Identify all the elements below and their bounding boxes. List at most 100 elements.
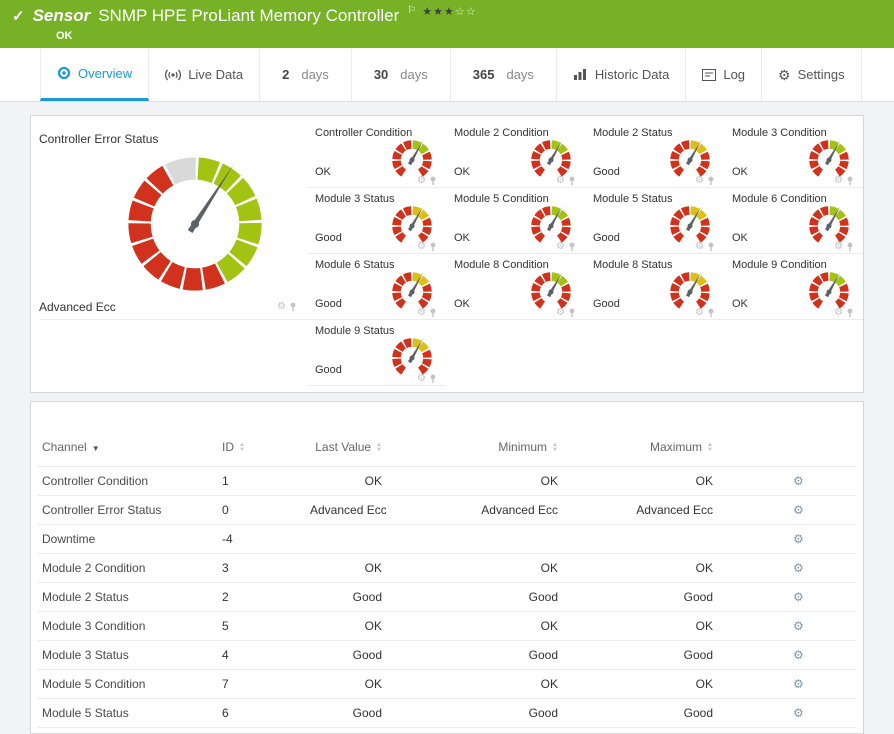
gauge-value: OK xyxy=(732,298,748,310)
gear-icon[interactable]: ⚙ xyxy=(695,308,704,318)
tab-label: days xyxy=(506,67,534,82)
channel-settings-icon[interactable]: ⚙ xyxy=(793,532,804,546)
channel-name: Module 6 Condition xyxy=(38,727,218,733)
star-filled-icon: ★ xyxy=(444,5,455,18)
channel-settings-icon[interactable]: ⚙ xyxy=(793,619,804,633)
flag-icon[interactable]: ⚐ xyxy=(407,5,416,16)
tab-label: Historic Data xyxy=(594,67,670,82)
gear-icon[interactable]: ⚙ xyxy=(277,302,286,312)
channel-settings-icon[interactable]: ⚙ xyxy=(793,503,804,517)
pin-icon[interactable] xyxy=(429,176,437,186)
gauge-value: Good xyxy=(315,232,342,244)
tab-historic-data[interactable]: Historic Data xyxy=(557,48,687,101)
log-icon xyxy=(702,68,717,81)
pin-icon[interactable] xyxy=(289,302,297,312)
channel-settings-icon[interactable]: ⚙ xyxy=(793,706,804,720)
gear-icon[interactable]: ⚙ xyxy=(695,176,704,186)
column-header-id[interactable]: ID xyxy=(218,434,306,467)
channel-gauge-cell: Controller Condition OK ⚙ xyxy=(307,122,446,188)
maximum-value: OK xyxy=(562,466,717,496)
gauge-action-icons: ⚙ xyxy=(417,374,437,384)
gear-icon[interactable]: ⚙ xyxy=(417,374,426,384)
pin-icon[interactable] xyxy=(429,374,437,384)
gear-icon[interactable]: ⚙ xyxy=(695,242,704,252)
pin-icon[interactable] xyxy=(707,176,715,186)
pin-icon[interactable] xyxy=(846,308,854,318)
channel-settings-icon[interactable]: ⚙ xyxy=(793,474,804,488)
pin-icon[interactable] xyxy=(707,242,715,252)
tab-overview[interactable]: Overview xyxy=(40,48,150,101)
maximum-value: OK xyxy=(562,611,717,641)
pin-icon[interactable] xyxy=(707,308,715,318)
table-row: Module 6 Condition 9 OK OK OK ⚙ xyxy=(38,727,856,733)
gear-icon[interactable]: ⚙ xyxy=(834,176,843,186)
pin-icon[interactable] xyxy=(429,308,437,318)
column-header-last-value[interactable]: Last Value xyxy=(306,434,386,467)
channel-settings-icon[interactable]: ⚙ xyxy=(793,561,804,575)
gauge-action-icons: ⚙ xyxy=(695,176,715,186)
pin-icon[interactable] xyxy=(846,176,854,186)
overview-icon xyxy=(57,66,71,80)
sensor-type-label: Sensor xyxy=(32,6,91,25)
star-rating[interactable]: ★ ★ ★ ☆ ☆ xyxy=(422,5,476,18)
pin-icon[interactable] xyxy=(568,242,576,252)
star-empty-icon: ☆ xyxy=(454,5,466,18)
pin-icon[interactable] xyxy=(429,242,437,252)
pin-icon[interactable] xyxy=(568,176,576,186)
gauge-action-icons: ⚙ xyxy=(695,242,715,252)
tab-live-data[interactable]: Live Data xyxy=(149,48,261,101)
channel-settings-icon[interactable]: ⚙ xyxy=(793,648,804,662)
content-area: Controller Error Status Advanced Ecc ⚙ C… xyxy=(0,102,894,734)
gear-icon[interactable]: ⚙ xyxy=(417,308,426,318)
gear-icon[interactable]: ⚙ xyxy=(556,242,565,252)
table-row: Controller Condition 1 OK OK OK ⚙ xyxy=(38,466,856,496)
tab-number: 365 xyxy=(472,67,495,82)
tab-30-days[interactable]: 30 days xyxy=(352,48,451,101)
gauge-value: OK xyxy=(454,298,470,310)
tab-settings[interactable]: ⚙ Settings xyxy=(762,48,862,101)
channel-gauge-cell: Module 6 Status Good ⚙ xyxy=(307,254,446,320)
maximum-value: OK xyxy=(562,669,717,699)
last-value: Good xyxy=(306,582,386,612)
gauge-value: OK xyxy=(732,232,748,244)
gear-icon[interactable]: ⚙ xyxy=(417,242,426,252)
primary-channel-gauge-block: Controller Error Status Advanced Ecc ⚙ xyxy=(39,122,307,320)
gear-icon[interactable]: ⚙ xyxy=(556,176,565,186)
gear-icon[interactable]: ⚙ xyxy=(417,176,426,186)
channel-gauge-cell: Module 2 Condition OK ⚙ xyxy=(446,122,585,188)
gauge-value: Good xyxy=(315,364,342,376)
tab-log[interactable]: Log xyxy=(686,48,763,101)
pin-icon[interactable] xyxy=(846,242,854,252)
tab-2-days[interactable]: 2 days xyxy=(260,48,352,101)
primary-gauge-value-line: Advanced Ecc ⚙ xyxy=(39,300,297,314)
column-header-maximum[interactable]: Maximum xyxy=(562,434,717,467)
tab-label: Live Data xyxy=(188,67,244,82)
historic-data-icon xyxy=(573,69,586,80)
overview-panel: Controller Error Status Advanced Ecc ⚙ C… xyxy=(30,115,864,393)
channel-name: Module 2 Condition xyxy=(38,553,218,583)
gear-icon[interactable]: ⚙ xyxy=(556,308,565,318)
pin-icon[interactable] xyxy=(568,308,576,318)
column-header-minimum[interactable]: Minimum xyxy=(386,434,562,467)
table-row: Controller Error Status 0 Advanced Ecc A… xyxy=(38,495,856,525)
last-value: OK xyxy=(306,669,386,699)
channel-settings-icon[interactable]: ⚙ xyxy=(793,590,804,604)
gear-icon[interactable]: ⚙ xyxy=(834,242,843,252)
channel-gauge-cell: Module 2 Status Good ⚙ xyxy=(585,122,724,188)
maximum-value: Advanced Ecc xyxy=(562,495,717,525)
channel-id: 1 xyxy=(218,466,306,496)
channel-settings-icon[interactable]: ⚙ xyxy=(793,677,804,691)
minimum-value: Advanced Ecc xyxy=(386,495,562,525)
tab-365-days[interactable]: 365 days xyxy=(451,48,557,101)
gear-icon[interactable]: ⚙ xyxy=(834,308,843,318)
channel-gauge-cell: Module 5 Status Good ⚙ xyxy=(585,188,724,254)
channel-gauge-cell: Module 8 Status Good ⚙ xyxy=(585,254,724,320)
column-header-channel[interactable]: Channel xyxy=(38,434,218,467)
tab-label: days xyxy=(301,67,329,82)
minimum-value: Good xyxy=(386,698,562,728)
minimum-value: Good xyxy=(386,582,562,612)
channel-gauge-cell: Module 9 Condition OK ⚙ xyxy=(724,254,863,320)
column-label: Last Value xyxy=(315,440,372,454)
column-label: Maximum xyxy=(650,440,703,454)
minimum-value: OK xyxy=(386,669,562,699)
